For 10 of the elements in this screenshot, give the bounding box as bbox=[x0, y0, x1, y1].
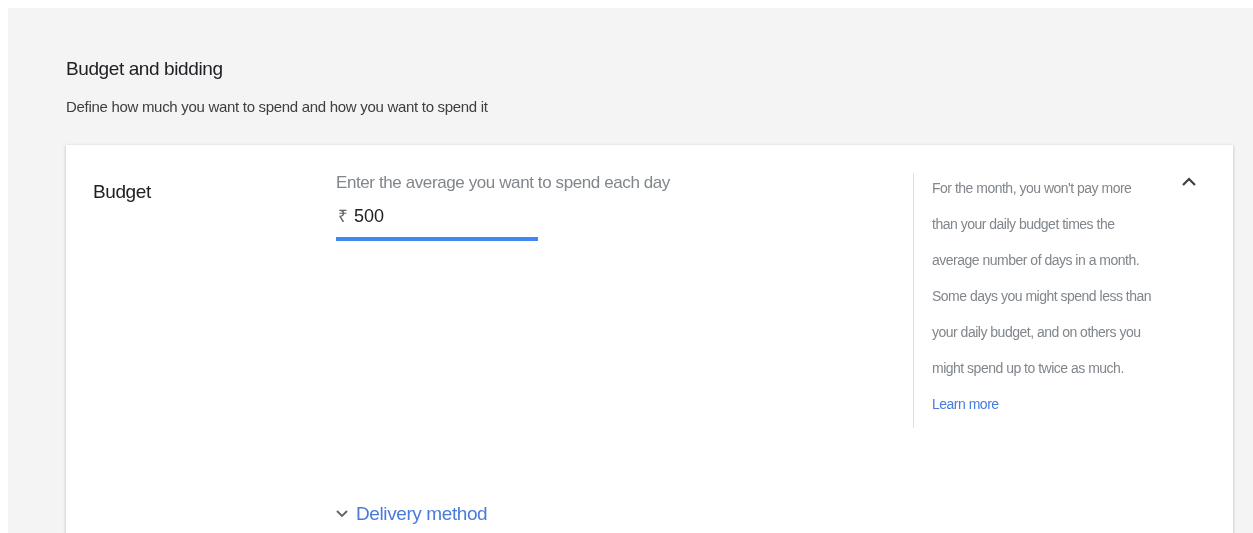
chevron-down-icon bbox=[336, 510, 348, 518]
help-text: For the month, you won't pay more than your daily budget times the average number of days in a month. Some days you might spend less than your daily budget, and on others you might spend up to twice as much. Learn more bbox=[932, 179, 1153, 414]
budget-label: Budget bbox=[93, 180, 152, 203]
section-title: Budget and bidding bbox=[66, 58, 224, 80]
learn-more-link[interactable]: Learn more bbox=[932, 396, 999, 412]
chevron-up-icon bbox=[1182, 177, 1196, 186]
field-label: Enter the average you want to spend each day bbox=[336, 173, 670, 193]
delivery-method-toggle[interactable]: Delivery method bbox=[336, 503, 488, 525]
currency-symbol: ₹ bbox=[338, 207, 348, 227]
section-subtitle: Define how much you want to spend and how you want to spend it bbox=[66, 98, 489, 115]
